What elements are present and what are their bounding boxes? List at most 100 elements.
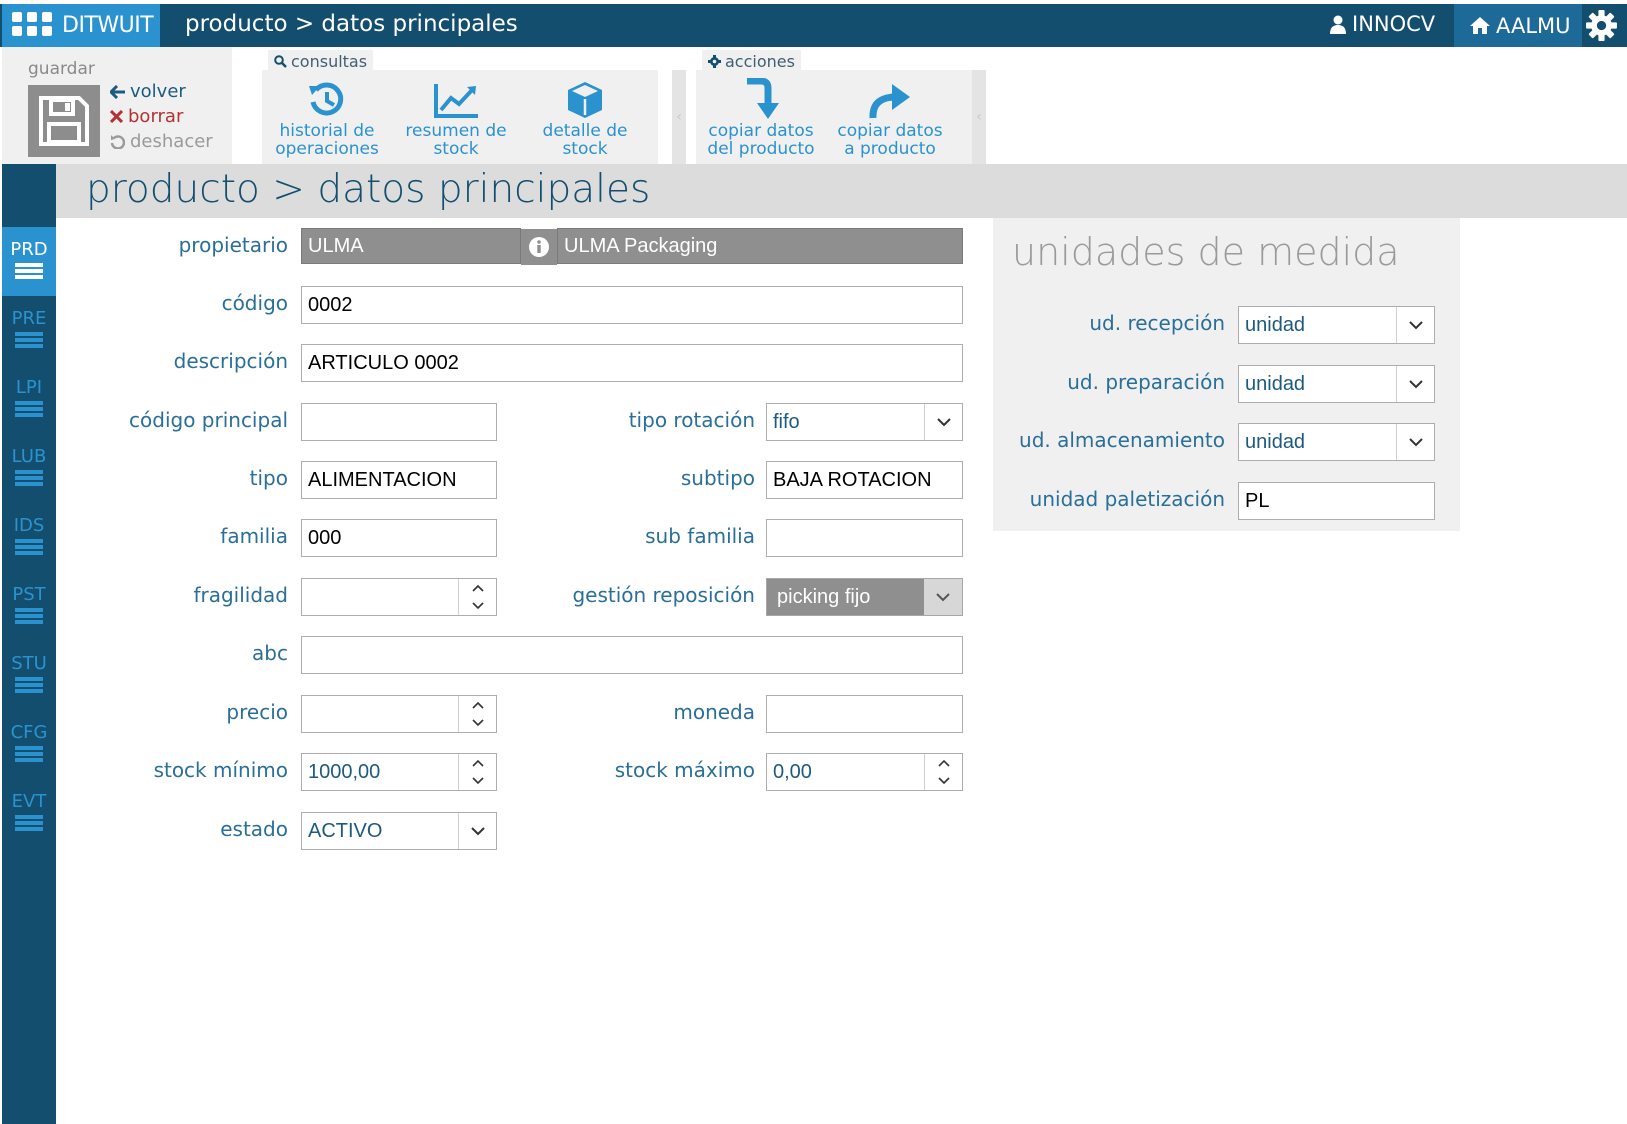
list-icon: [15, 401, 43, 417]
chart-line-icon: [434, 84, 478, 118]
actions-group-label: acciones: [725, 51, 795, 71]
share-arrow-icon: [869, 84, 910, 119]
sidebar-item-cfg[interactable]: CFG: [2, 710, 56, 779]
stock-summary-button[interactable]: resumen de stock: [391, 78, 521, 158]
description-input[interactable]: ARTICULO 0002: [301, 344, 963, 382]
sidebar-item-pre[interactable]: PRE: [2, 296, 56, 365]
chevron-down-icon: [1408, 437, 1423, 446]
sidebar-item-label: LPI: [15, 377, 43, 398]
currency-input[interactable]: [766, 695, 963, 733]
palletization-unit-input[interactable]: PL: [1238, 482, 1435, 520]
undo-label: deshacer: [130, 131, 213, 152]
collapse-actions-button[interactable]: ‹: [972, 70, 986, 164]
user-menu[interactable]: INNOCV: [1330, 12, 1435, 36]
min-stock-stepper[interactable]: 1000,00: [301, 753, 497, 791]
queries-group: historial de operaciones resumen de stoc…: [262, 70, 686, 164]
chevron-down-icon: [470, 826, 485, 835]
type-input[interactable]: ALIMENTACION: [301, 461, 497, 499]
collapse-queries-button[interactable]: ‹: [672, 70, 686, 164]
code-input[interactable]: 0002: [301, 286, 963, 324]
app-name: DITWUIT: [62, 13, 154, 38]
rotation-type-select[interactable]: fifo: [766, 403, 963, 441]
storage-unit-select[interactable]: unidad: [1238, 423, 1435, 461]
search-icon: [274, 54, 287, 68]
preparation-unit-select[interactable]: unidad: [1238, 365, 1435, 403]
sidebar-item-pst[interactable]: PST: [2, 572, 56, 641]
stock-detail-label-line1: detalle de: [542, 121, 628, 141]
warehouse-name: AALMU: [1496, 13, 1571, 38]
copy-to-product-label-line1: copiar datos: [837, 121, 943, 141]
main-code-input[interactable]: [301, 403, 497, 441]
subtype-input[interactable]: BAJA ROTACION: [766, 461, 963, 499]
back-button[interactable]: volver: [110, 79, 213, 104]
operations-history-label-line1: historial de: [279, 121, 375, 141]
home-icon: [1470, 17, 1490, 34]
delete-button[interactable]: borrar: [110, 104, 213, 129]
copy-to-product-label-line2: a producto: [844, 139, 936, 159]
sidebar-item-lpi[interactable]: LPI: [2, 365, 56, 434]
app-menu-button[interactable]: DITWUIT: [2, 4, 160, 47]
max-stock-stepper[interactable]: 0,00: [766, 753, 963, 791]
header-breadcrumb: producto > datos principales: [185, 11, 518, 37]
sidebar-item-ids[interactable]: IDS: [2, 503, 56, 572]
user-icon: [1330, 15, 1346, 34]
chevron-down-icon[interactable]: [471, 602, 484, 610]
reception-unit-label: ud. recepción: [1089, 311, 1225, 335]
fragility-label: fragilidad: [193, 583, 288, 607]
chevron-down-icon: [1408, 379, 1423, 388]
undo-button[interactable]: deshacer: [110, 129, 213, 154]
page-header: producto > datos principales: [56, 164, 1627, 218]
copy-to-product-button[interactable]: copiar datos a producto: [825, 78, 955, 158]
page-title: producto > datos principales: [86, 167, 651, 212]
chevron-down-icon[interactable]: [471, 719, 484, 727]
preparation-unit-label: ud. preparación: [1067, 370, 1225, 394]
replenishment-value: picking fijo: [777, 585, 871, 608]
price-stepper[interactable]: [301, 695, 497, 733]
abc-input[interactable]: [301, 636, 963, 674]
family-input[interactable]: 000: [301, 519, 497, 557]
warehouse-button[interactable]: AALMU: [1454, 4, 1582, 47]
max-stock-label: stock máximo: [614, 758, 755, 782]
back-label: volver: [130, 81, 186, 102]
info-icon[interactable]: [521, 229, 557, 265]
save-button[interactable]: [28, 85, 100, 157]
rotation-type-label: tipo rotación: [628, 408, 755, 432]
units-title: unidades de medida: [1012, 230, 1400, 274]
currency-label: moneda: [673, 700, 755, 724]
chevron-down-icon[interactable]: [937, 777, 950, 785]
copy-from-product-button[interactable]: copiar datos del producto: [696, 78, 826, 158]
list-icon: [15, 332, 43, 348]
reception-unit-select[interactable]: unidad: [1238, 306, 1435, 344]
operations-history-button[interactable]: historial de operaciones: [262, 78, 392, 158]
replenishment-select: picking fijo: [766, 578, 963, 616]
gear-icon[interactable]: [1585, 9, 1618, 42]
sidebar-item-evt[interactable]: EVT: [2, 779, 56, 848]
sidebar-item-label: LUB: [11, 446, 47, 467]
chevron-up-icon[interactable]: [471, 759, 484, 767]
sidebar-item-label: EVT: [11, 791, 47, 812]
save-group: guardar volver borrar deshacer: [2, 47, 232, 164]
chevron-down-icon[interactable]: [471, 777, 484, 785]
chevron-up-icon[interactable]: [471, 701, 484, 709]
fragility-stepper[interactable]: [301, 578, 497, 616]
min-stock-label: stock mínimo: [153, 758, 288, 782]
sidebar-item-lub[interactable]: LUB: [2, 434, 56, 503]
rotation-type-value: fifo: [773, 410, 800, 433]
stock-detail-button[interactable]: detalle de stock: [520, 78, 650, 158]
user-name: INNOCV: [1352, 12, 1436, 36]
family-label: familia: [220, 524, 288, 548]
sidebar-item-prd[interactable]: PRD: [2, 227, 56, 296]
operations-history-label-line2: operaciones: [275, 139, 379, 159]
queries-group-label: consultas: [291, 51, 368, 71]
status-label: estado: [220, 817, 288, 841]
chevron-up-icon[interactable]: [471, 584, 484, 592]
status-select[interactable]: ACTIVO: [301, 812, 497, 850]
subfamily-input[interactable]: [766, 519, 963, 557]
top-bar: DITWUIT producto > datos principales INN…: [0, 4, 1627, 47]
gear-small-icon: [708, 54, 721, 68]
sidebar-item-label: PST: [12, 584, 46, 605]
sidebar-item-label: PRD: [10, 239, 48, 260]
chevron-up-icon[interactable]: [937, 759, 950, 767]
list-icon: [15, 539, 43, 555]
sidebar-item-stu[interactable]: STU: [2, 641, 56, 710]
